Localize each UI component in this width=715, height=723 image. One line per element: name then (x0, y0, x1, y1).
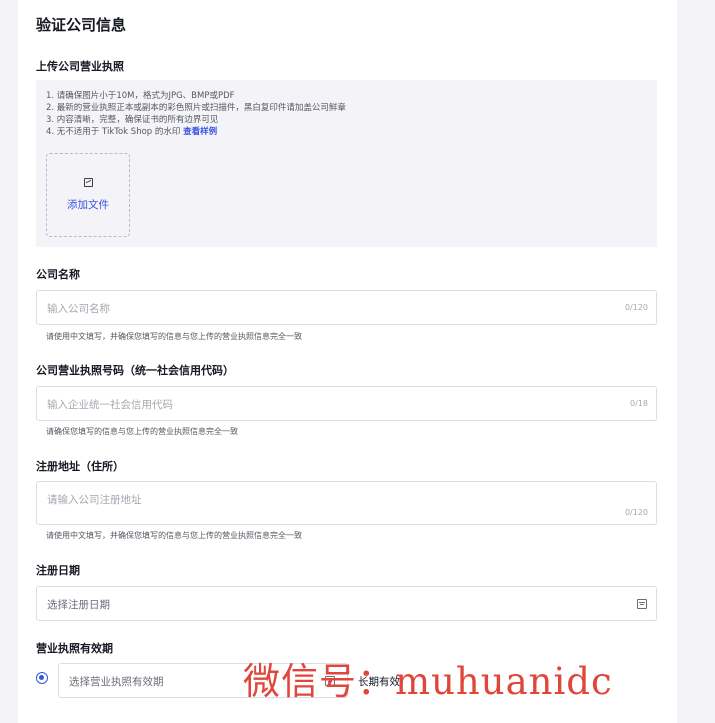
address-placeholder: 请输入公司注册地址 (47, 494, 142, 506)
add-file-button[interactable]: 添加文件 (46, 153, 130, 237)
company-name-hint: 请使用中文填写，并确保您填写的信息与您上传的营业执照信息完全一致 (46, 332, 302, 341)
license-number-placeholder: 输入企业统一社会信用代码 (47, 399, 173, 411)
instruction-4: 4. 无不适用于 TikTok Shop 的水印 查看样例 (46, 126, 647, 138)
license-number-label: 公司营业执照号码（统一社会信用代码） (36, 364, 234, 377)
reg-date-placeholder: 选择注册日期 (47, 599, 110, 611)
license-number-hint: 请确保您填写的信息与您上传的营业执照信息完全一致 (46, 427, 238, 436)
validity-radio[interactable] (36, 672, 48, 684)
validity-placeholder: 选择营业执照有效期 (69, 676, 164, 688)
company-name-input[interactable]: 输入公司名称 0/120 (36, 290, 657, 325)
page-title: 验证公司信息 (36, 16, 127, 34)
validity-label: 营业执照有效期 (36, 642, 113, 655)
company-name-placeholder: 输入公司名称 (47, 303, 110, 315)
company-name-counter: 0/120 (624, 303, 648, 312)
add-file-label: 添加文件 (67, 199, 109, 211)
watermark-overlay: 微信号：muhuanidc (243, 660, 613, 703)
upload-panel: 1. 请确保图片小于10M，格式为JPG、BMP或PDF 2. 最新的营业执照正… (36, 80, 657, 247)
company-name-label: 公司名称 (36, 268, 80, 281)
form-card: 验证公司信息 上传公司营业执照 1. 请确保图片小于10M，格式为JPG、BMP… (18, 0, 677, 723)
calendar-icon[interactable] (637, 599, 647, 609)
reg-date-picker[interactable]: 选择注册日期 (36, 586, 657, 621)
address-counter: 0/120 (624, 508, 648, 517)
instruction-3: 3. 内容清晰，完整，确保证书的所有边界可见 (46, 115, 219, 125)
license-number-counter: 0/18 (630, 399, 648, 408)
instruction-2: 2. 最新的营业执照正本或副本的彩色照片或扫描件，黑白复印件请加盖公司鲜章 (46, 103, 346, 113)
upload-label: 上传公司营业执照 (36, 60, 124, 73)
license-number-input[interactable]: 输入企业统一社会信用代码 0/18 (36, 386, 657, 421)
instruction-1: 1. 请确保图片小于10M，格式为JPG、BMP或PDF (46, 91, 235, 101)
view-sample-link[interactable]: 查看样例 (183, 127, 217, 137)
image-icon (83, 178, 93, 187)
address-label: 注册地址（住所） (36, 460, 124, 473)
address-textarea[interactable]: 请输入公司注册地址 0/120 (36, 481, 657, 525)
reg-date-label: 注册日期 (36, 564, 80, 577)
instruction-4-text: 4. 无不适用于 TikTok Shop 的水印 (46, 127, 181, 137)
address-hint: 请使用中文填写，并确保您填写的信息与您上传的营业执照信息完全一致 (46, 531, 302, 540)
